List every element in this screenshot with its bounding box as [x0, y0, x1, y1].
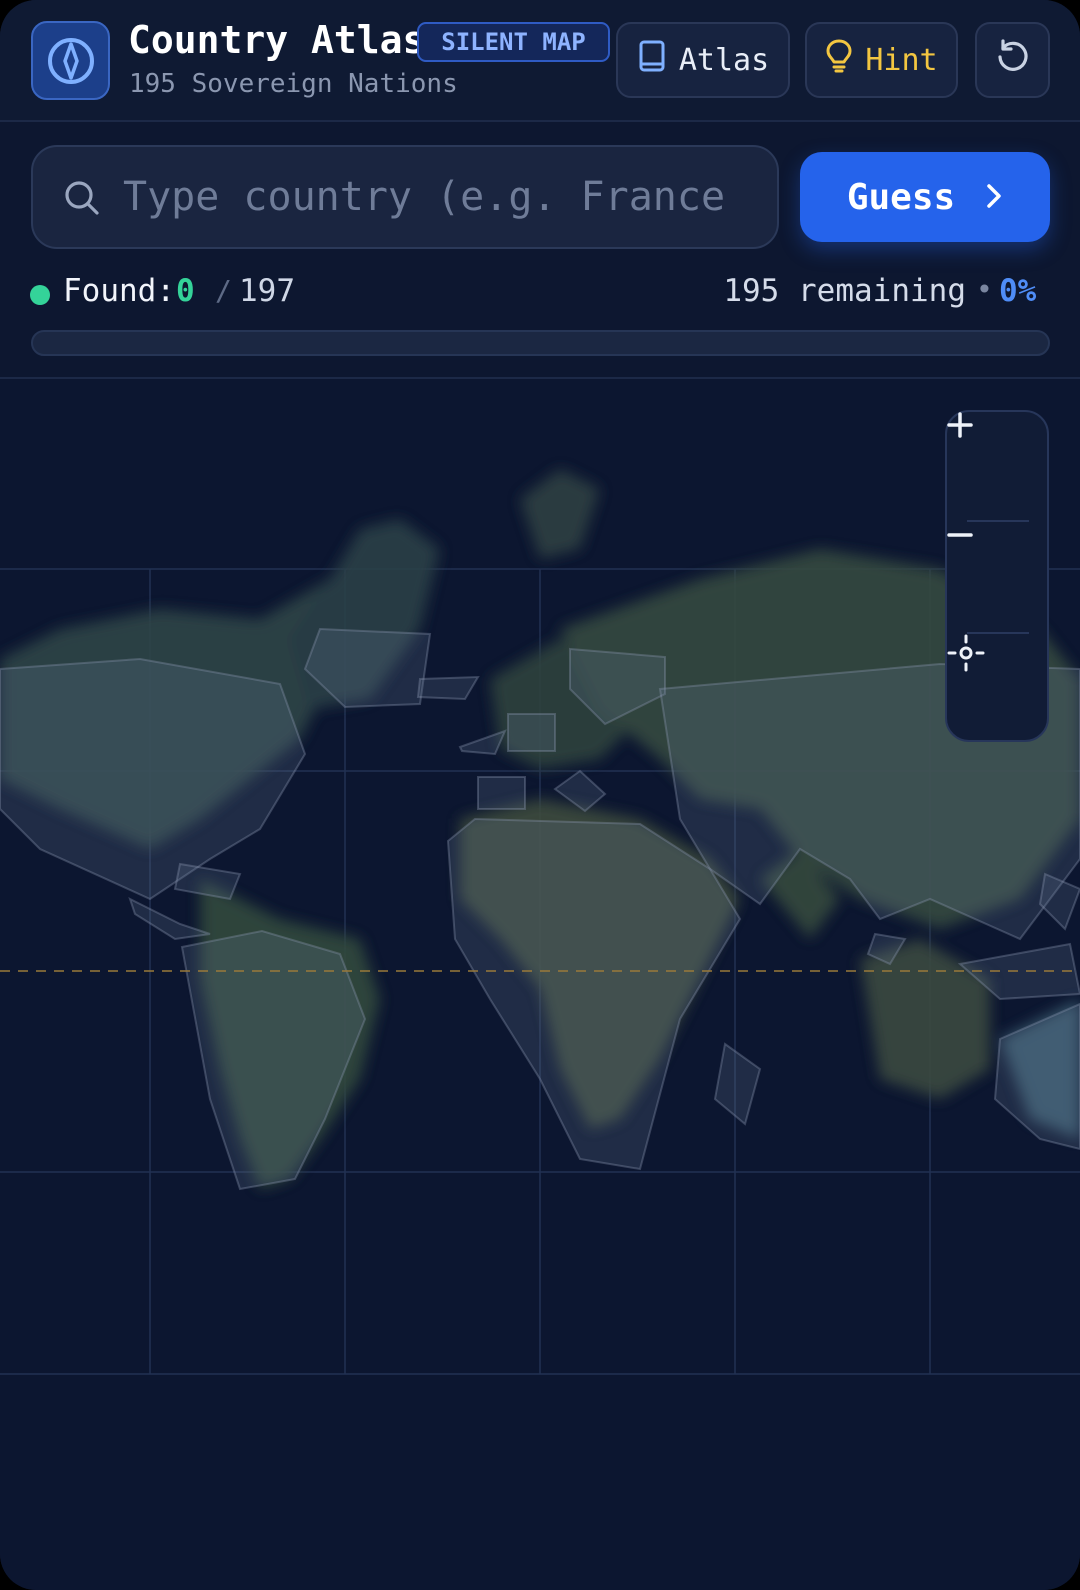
top-bar: Country Atlas SILENT MAP 195 Sovereign N… — [0, 0, 1080, 122]
compass-icon — [31, 21, 110, 100]
map-zoom-controls — [945, 410, 1049, 742]
atlas-button-label: Atlas — [678, 42, 770, 78]
country-search-field[interactable] — [31, 145, 779, 249]
book-icon — [637, 39, 667, 81]
stats-bullet: • — [976, 273, 993, 306]
reset-button[interactable] — [975, 22, 1050, 98]
mode-badge: SILENT MAP — [417, 22, 610, 62]
hint-button[interactable]: Hint — [805, 22, 958, 98]
hint-button-label: Hint — [865, 42, 938, 78]
found-count: 0 — [176, 273, 195, 309]
guess-button[interactable]: Guess — [800, 152, 1050, 242]
status-dot — [30, 285, 50, 305]
world-map[interactable] — [0, 379, 1080, 1590]
lightbulb-icon — [825, 38, 853, 82]
country-input[interactable] — [123, 165, 763, 229]
remaining-count: 195 remaining — [723, 273, 966, 309]
found-label: Found: — [63, 273, 175, 309]
progress-bar — [31, 330, 1050, 356]
zoom-in-button[interactable] — [947, 412, 1047, 522]
atlas-button[interactable]: Atlas — [616, 22, 790, 98]
app-window: Country Atlas SILENT MAP 195 Sovereign N… — [0, 0, 1080, 1590]
found-separator: / — [215, 274, 232, 307]
search-icon — [63, 179, 101, 221]
guess-button-label: Guess — [846, 176, 956, 218]
app-title: Country Atlas — [128, 18, 426, 62]
zoom-out-button[interactable] — [947, 522, 1047, 632]
recenter-button[interactable] — [947, 634, 1047, 744]
app-subtitle: 195 Sovereign Nations — [129, 69, 458, 99]
world-map-canvas — [0, 469, 1080, 1375]
found-total: 197 — [239, 273, 295, 309]
progress-percent: 0% — [999, 273, 1037, 309]
chevron-right-icon — [985, 177, 1003, 218]
reset-icon — [995, 38, 1031, 82]
